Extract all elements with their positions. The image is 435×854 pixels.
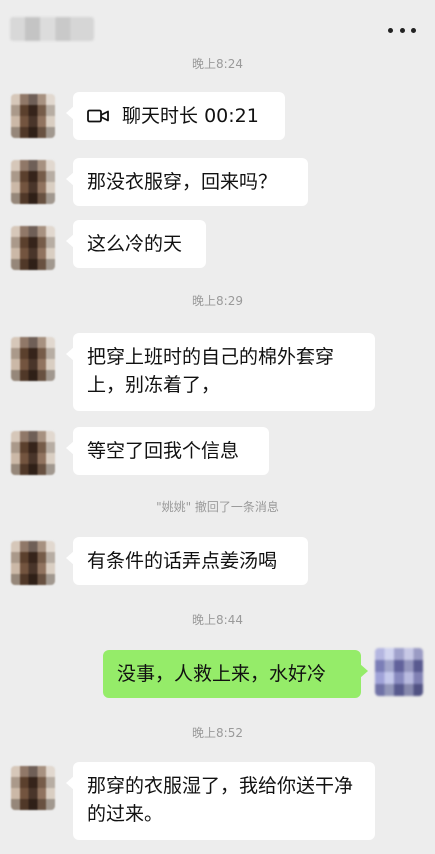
recall-notice: "姚姚" 撤回了一条消息 bbox=[156, 500, 279, 514]
message-text: 等空了回我个信息 bbox=[87, 440, 240, 462]
timestamp: 晚上8:24 bbox=[192, 57, 243, 71]
message-bubble[interactable]: 聊天时长 00:21 bbox=[66, 92, 285, 140]
avatar[interactable] bbox=[11, 541, 55, 585]
chat-title: 姚姚 bbox=[10, 17, 94, 41]
message-bubble[interactable]: 有条件的话弄点姜汤喝 bbox=[66, 537, 308, 585]
more-dot bbox=[388, 27, 393, 33]
more-icon[interactable] bbox=[388, 22, 416, 38]
avatar[interactable] bbox=[11, 337, 55, 381]
timestamp: 晚上8:52 bbox=[192, 726, 243, 740]
message-text: 有条件的话弄点姜汤喝 bbox=[87, 550, 278, 572]
message-bubble[interactable]: 把穿上班时的自己的棉外套穿上，别冻着了， bbox=[66, 333, 375, 411]
avatar[interactable] bbox=[11, 431, 55, 475]
message-text: 这么冷的天 bbox=[87, 233, 183, 255]
timestamp: 晚上8:44 bbox=[192, 613, 243, 627]
avatar[interactable] bbox=[11, 94, 55, 138]
message-text: 那没衣服穿，回来吗？ bbox=[87, 171, 278, 193]
avatar[interactable] bbox=[11, 766, 55, 810]
avatar[interactable] bbox=[11, 226, 55, 270]
timestamp: 晚上8:29 bbox=[192, 294, 243, 308]
more-dot bbox=[399, 27, 405, 33]
chat-header: 姚姚 bbox=[0, 0, 435, 58]
message-text: 没事，人救上来，水好冷 bbox=[117, 663, 327, 685]
message-bubble[interactable]: 等空了回我个信息 bbox=[66, 427, 269, 475]
message-bubble[interactable]: 那穿的衣服湿了，我给你送干净的过来。 bbox=[66, 762, 375, 840]
message-text: 把穿上班时的自己的棉外套穿上，别冻着了， bbox=[87, 346, 335, 396]
message-text: 那穿的衣服湿了，我给你送干净的过来。 bbox=[87, 775, 354, 825]
message-bubble[interactable]: 那没衣服穿，回来吗？ bbox=[66, 158, 308, 206]
more-dot bbox=[411, 27, 416, 33]
avatar[interactable] bbox=[11, 160, 55, 204]
message-text: 聊天时长 00:21 bbox=[122, 105, 259, 127]
message-bubble[interactable]: 这么冷的天 bbox=[66, 220, 206, 268]
avatar[interactable] bbox=[375, 648, 423, 696]
video-icon bbox=[87, 109, 109, 123]
message-bubble[interactable]: 没事，人救上来，水好冷 bbox=[103, 650, 368, 698]
